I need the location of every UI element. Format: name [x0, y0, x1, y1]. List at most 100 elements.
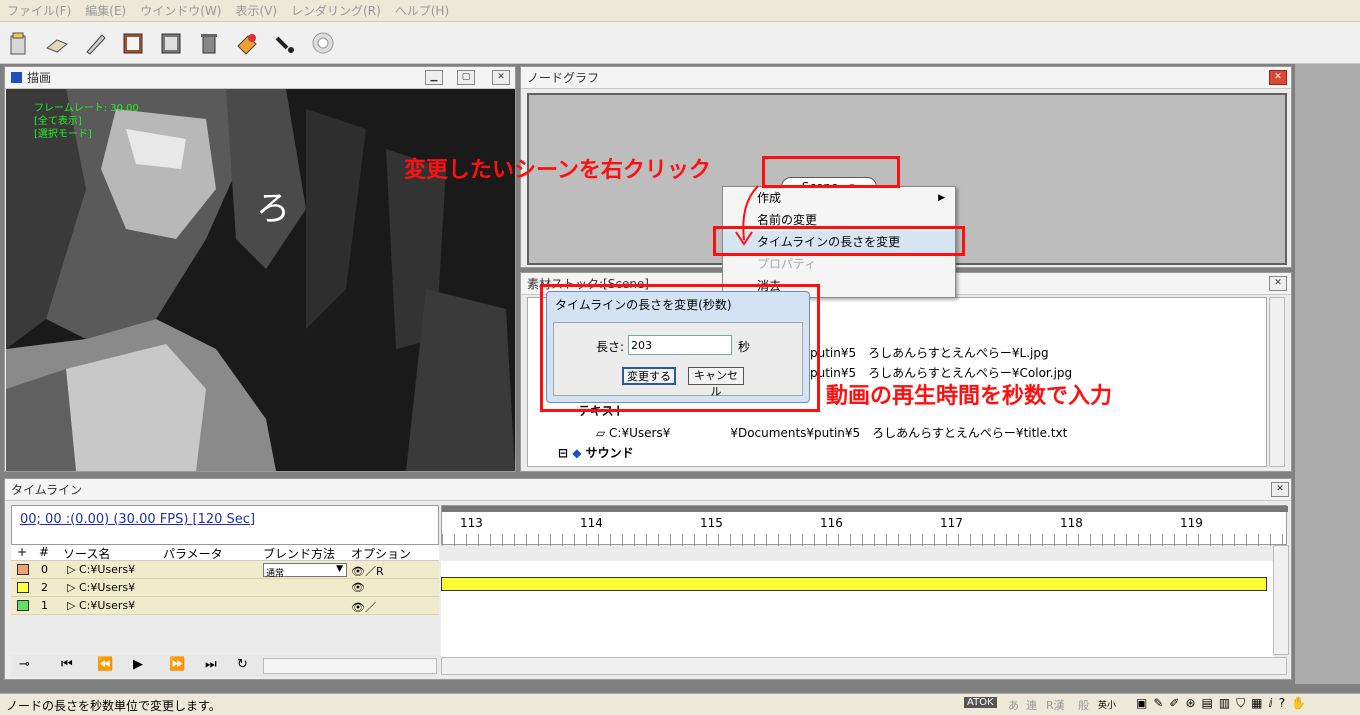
ruler-tick: 117 [940, 516, 963, 530]
timeline-tracks[interactable] [441, 561, 1273, 657]
toolbar [0, 22, 1360, 64]
canvas-text: ろ [256, 189, 290, 229]
menu-view[interactable]: 表示(V) [228, 2, 284, 19]
highlight-dialog [540, 284, 820, 412]
transport-bar: ⊸ ⏮ ⏪ ▶ ⏩ ⏭ ↻ [11, 655, 439, 677]
close-button[interactable]: ✕ [1271, 482, 1289, 497]
timecode-link[interactable]: 00; 00 :(0.00) (30.00 FPS) [120 Sec] [20, 512, 255, 527]
plug-icon[interactable] [270, 28, 300, 58]
vertical-scrollbar[interactable] [1269, 297, 1285, 467]
ruler-tick: 115 [700, 516, 723, 530]
rewind-icon[interactable]: ⏮ [61, 657, 73, 672]
blend-select[interactable]: 通常 ▼ [263, 563, 347, 579]
tree-item-text-file[interactable]: ▱ C:¥Users¥ ¥Documents¥putin¥5 ろしあんらすとえんぺ… [596, 424, 1067, 441]
ruler-tick: 113 [460, 516, 483, 530]
timeline-vertical-scrollbar[interactable] [1273, 545, 1289, 655]
col-option: オプション [351, 547, 412, 561]
tree-item-image-l[interactable]: putin¥5 ろしあんらすとえんぺらー¥L.jpg [810, 344, 1049, 361]
menu-bar: ファイル(F) 編集(E) ウインドウ(W) 表示(V) レンダリング(R) ヘ… [0, 0, 1360, 22]
close-button[interactable]: ✕ [1269, 276, 1287, 291]
trash-icon[interactable] [194, 28, 224, 58]
annotation-input-seconds: 動画の再生時間を秒数で入力 [826, 384, 1113, 409]
draw-window-icon [11, 72, 22, 83]
maximize-button[interactable]: ▢ [457, 70, 475, 85]
close-button[interactable]: ✕ [1269, 70, 1287, 85]
menu-window[interactable]: ウインドウ(W) [133, 2, 228, 19]
new-icon[interactable] [4, 28, 34, 58]
layer-color-swatch [17, 564, 29, 575]
ime-hiragana[interactable]: あ [1008, 697, 1019, 713]
timeline-column-headers: + # ソース名 パラメータ ブレンド方法 オプション [11, 545, 439, 561]
export-icon[interactable] [156, 28, 186, 58]
draw-panel-titlebar: 描画 ▁ ▢ ✕ [5, 67, 515, 89]
ime-kanji[interactable]: R漢 [1046, 697, 1065, 713]
tray-icons[interactable]: ▣✎✐⊛▤▥⛉▦ⅈ?✋ [1136, 696, 1312, 711]
menu-render[interactable]: レンダリング(R) [284, 2, 388, 19]
status-bar: ノードの長さを秒数単位で変更します。 ATOK あ 連 R漢 般 英小 ▣✎✐⊛… [0, 693, 1360, 715]
ime-ren[interactable]: 連 [1026, 697, 1037, 713]
close-button[interactable]: ✕ [492, 70, 510, 85]
ruler-tick: 116 [820, 516, 843, 530]
pen-icon[interactable] [80, 28, 110, 58]
loop-icon[interactable]: ↻ [237, 657, 248, 672]
layer-color-swatch [17, 600, 29, 611]
next-frame-icon[interactable]: ⏩ [169, 657, 185, 672]
sound-node-icon: ◆ [572, 446, 586, 460]
table-row[interactable]: 2 ▷ C:¥Users¥ 👁 [11, 579, 439, 597]
menu-help[interactable]: ヘルプ(H) [388, 2, 456, 19]
menu-item-properties[interactable]: プロパティ [723, 253, 955, 275]
ime-atok[interactable]: ATOK [964, 697, 997, 708]
ruler-ticks [442, 534, 1288, 546]
minimize-button[interactable]: ▁ [425, 70, 443, 85]
ime-toolbar: ATOK あ 連 R漢 般 英小 ▣✎✐⊛▤▥⛉▦ⅈ?✋ [960, 696, 1360, 714]
col-plus[interactable]: + [17, 545, 27, 559]
workspace-background [1295, 64, 1360, 684]
tree-group-sound[interactable]: ⊟ ◆ サウンド [558, 444, 634, 461]
fast-forward-icon[interactable]: ⏭ [205, 657, 217, 672]
col-number: # [39, 545, 50, 559]
collapse-icon[interactable]: ⊟ [558, 446, 572, 460]
col-parameter: パラメータ [163, 547, 223, 561]
draw-panel: 描画 ▁ ▢ ✕ フレームレート: 30.00 [全て表示] [選択モード] ろ [4, 66, 516, 472]
rendered-image [6, 89, 515, 471]
time-ruler[interactable]: 113 114 115 116 117 118 119 [441, 505, 1288, 546]
timecode-box: 00; 00 :(0.00) (30.00 FPS) [120 Sec] [11, 505, 439, 545]
node-graph-title: ノードグラフ [527, 71, 600, 85]
status-text: ノードの長さを秒数単位で変更します。 [6, 699, 221, 713]
table-row[interactable]: 0 ▷ C:¥Users¥ 通常 ▼ 👁／R [11, 561, 439, 579]
col-blend: ブレンド方法 [263, 547, 336, 561]
timeline-title: タイムライン [11, 483, 83, 497]
ime-eng-small[interactable]: 英小 [1098, 698, 1116, 711]
annotation-arrow-icon [735, 185, 759, 246]
prev-frame-icon[interactable]: ⏪ [97, 657, 113, 672]
col-source: ソース名 [63, 547, 111, 561]
play-icon[interactable]: ▶ [133, 657, 143, 672]
chevron-down-icon: ▼ [336, 564, 343, 574]
layer-color-swatch [17, 582, 29, 593]
timeline-panel: タイムライン ✕ 00; 00 :(0.00) (30.00 FPS) [120… [4, 478, 1292, 680]
node-graph-titlebar: ノードグラフ ✕ [521, 67, 1291, 89]
ruler-tick: 118 [1060, 516, 1083, 530]
open-icon[interactable] [42, 28, 72, 58]
osd-select-mode: [選択モード] [34, 129, 92, 140]
menu-file[interactable]: ファイル(F) [0, 2, 78, 19]
ruler-tick: 119 [1180, 516, 1203, 530]
paint-icon[interactable] [232, 28, 262, 58]
draw-panel-title: 描画 [27, 71, 52, 85]
key-icon[interactable]: ⊸ [19, 657, 30, 672]
submenu-arrow-icon: ▶ [938, 193, 945, 203]
timeline-horizontal-scrollbar[interactable] [441, 657, 1287, 675]
highlight-scene-node [762, 156, 900, 188]
table-row[interactable]: 1 ▷ C:¥Users¥ 👁／ [11, 597, 439, 615]
transport-scrollbar[interactable] [263, 658, 437, 674]
timeline-titlebar: タイムライン ✕ [5, 479, 1291, 501]
ime-general[interactable]: 般 [1078, 697, 1089, 713]
book-icon[interactable] [118, 28, 148, 58]
render-canvas[interactable]: フレームレート: 30.00 [全て表示] [選択モード] ろ [6, 89, 515, 471]
camera-icon[interactable] [308, 28, 338, 58]
ruler-scrollbar[interactable] [442, 506, 1288, 512]
file-icon: ▱ [596, 426, 610, 440]
menu-edit[interactable]: 編集(E) [78, 2, 133, 19]
ruler-tick: 114 [580, 516, 603, 530]
layer-clip-bar[interactable] [441, 577, 1267, 591]
